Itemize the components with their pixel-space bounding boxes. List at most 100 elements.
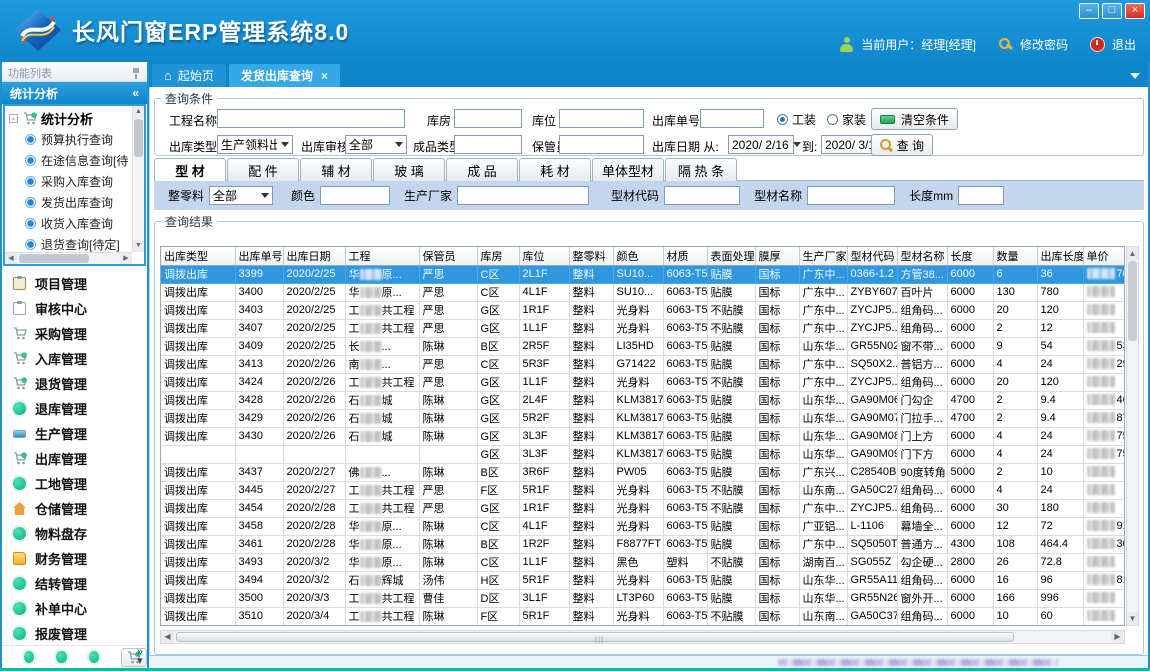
product-type-input[interactable] <box>454 135 522 154</box>
teal-circle-icon[interactable] <box>89 651 99 663</box>
manufacturer-input[interactable] <box>457 186 589 205</box>
radio-jiazhuang[interactable]: 家装 <box>827 111 866 128</box>
maximize-button[interactable]: □ <box>1102 3 1122 19</box>
scrollbar-thumb[interactable] <box>19 254 89 263</box>
tree-vertical-scrollbar[interactable]: ▲ ▼ <box>132 106 144 252</box>
material-tab-2[interactable]: 配 件 <box>227 158 299 181</box>
tree-item[interactable]: 收货入库查询 <box>9 213 131 234</box>
sidebar-item-财务管理[interactable]: 财务管理 <box>2 546 147 571</box>
material-tab-8[interactable]: 隔 热 条 <box>665 158 737 181</box>
scroll-left-icon[interactable]: ◀ <box>161 631 174 643</box>
overflow-chevron[interactable]: »▾ <box>137 648 143 666</box>
table-row[interactable]: G区3L3F整料KLM38176063-T5贴膜国标山东华...GA90M09.… <box>161 445 1125 463</box>
scroll-right-icon[interactable]: ▶ <box>1111 631 1124 643</box>
tree-item[interactable]: 在途信息查询[待 <box>9 150 131 171</box>
scroll-down-icon[interactable]: ▼ <box>133 240 144 252</box>
keeper-input[interactable] <box>559 135 644 154</box>
change-password-link[interactable]: 修改密码 <box>1020 36 1068 53</box>
column-header-生产厂家[interactable]: 生产厂家 <box>799 247 847 265</box>
logout-link[interactable]: 退出 <box>1112 36 1136 53</box>
grid-horizontal-scrollbar[interactable]: ◀ ||| ▶ <box>160 630 1125 644</box>
column-header-数量[interactable]: 数量 <box>993 247 1037 265</box>
tab-close-icon[interactable]: × <box>321 69 328 83</box>
name-input[interactable] <box>807 186 895 205</box>
tree-item[interactable]: 采购入库查询 <box>9 171 131 192</box>
sidebar-item-项目管理[interactable]: 项目管理 <box>2 271 147 296</box>
material-tab-4[interactable]: 玻 璃 <box>373 158 445 181</box>
table-row[interactable]: 调拨出库34282020/2/26石城陈琳G区2L4F整料KLM38176063… <box>161 391 1125 409</box>
column-header-型材名称[interactable]: 型材名称 <box>897 247 947 265</box>
sidebar-item-生产管理[interactable]: 生产管理 <box>2 421 147 446</box>
sidebar-item-退货管理[interactable]: 退货管理 <box>2 371 147 396</box>
out-type-select[interactable]: 生产领料出库 <box>217 135 293 154</box>
table-row[interactable]: 调拨出库34002020/2/25华原...严思C区4L1F整料SU10...6… <box>161 283 1125 301</box>
column-header-出库日期[interactable]: 出库日期 <box>283 247 345 265</box>
table-row[interactable]: 调拨出库33992020/2/25华原...严思C区2L1F整料SU10...6… <box>161 265 1125 283</box>
scroll-down-icon[interactable]: ▼ <box>1127 612 1138 625</box>
material-tab-5[interactable]: 成 品 <box>446 158 518 181</box>
grid-vertical-scrollbar[interactable]: ▲ ▼ <box>1126 246 1139 626</box>
scroll-up-icon[interactable]: ▲ <box>133 106 144 118</box>
scroll-up-icon[interactable]: ▲ <box>1127 247 1138 260</box>
tree-item[interactable]: 预算执行查询 <box>9 129 131 150</box>
radio-gongzhuang[interactable]: 工装 <box>777 111 816 128</box>
teal-circle-icon[interactable] <box>56 651 66 663</box>
sidebar-item-采购管理[interactable]: 采购管理 <box>2 321 147 346</box>
column-header-出库长度[interactable]: 出库长度 <box>1037 247 1083 265</box>
tab-起始页[interactable]: ⌂起始页 <box>152 64 226 87</box>
sidebar-item-报废管理[interactable]: 报废管理 <box>2 621 147 645</box>
tab-overflow-caret-icon[interactable] <box>1130 73 1140 79</box>
table-row[interactable]: 调拨出库34292020/2/26石城陈琳G区5R2F整料KLM38176063… <box>161 409 1125 427</box>
sidebar-item-退库管理[interactable]: 退库管理 <box>2 396 147 421</box>
tree-item[interactable]: 发货出库查询 <box>9 192 131 213</box>
table-row[interactable]: 调拨出库34942020/3/2石辉城汤伟H区5R1F整料光身料6063-T5贴… <box>161 571 1125 589</box>
sidebar-item-入库管理[interactable]: 入库管理 <box>2 346 147 371</box>
column-header-库房[interactable]: 库房 <box>477 247 519 265</box>
column-header-保管员[interactable]: 保管员 <box>419 247 477 265</box>
sidebar-item-物料盘存[interactable]: 物料盘存 <box>2 521 147 546</box>
scroll-left-icon[interactable]: ◀ <box>5 253 17 265</box>
length-input[interactable] <box>958 186 1004 205</box>
cart-button[interactable] <box>121 648 147 667</box>
material-tab-3[interactable]: 辅 材 <box>300 158 372 181</box>
tree-item[interactable]: 退货查询[待定] <box>9 234 131 252</box>
search-button[interactable]: 查 询 <box>871 134 933 156</box>
column-header-单价[interactable]: 单价 <box>1083 247 1125 265</box>
warehouse-input[interactable] <box>454 109 522 128</box>
sidebar-item-仓储管理[interactable]: 仓储管理 <box>2 496 147 521</box>
column-header-颜色[interactable]: 颜色 <box>613 247 663 265</box>
tree-root[interactable]: - 统计分析 <box>9 108 131 129</box>
table-row[interactable]: 调拨出库34452020/2/27工共工程严思F区5R1F整料光身料6063-T… <box>161 481 1125 499</box>
table-row[interactable]: 调拨出库34132020/2/26南...严思C区5R3F整料G71422606… <box>161 355 1125 373</box>
material-tab-7[interactable]: 单体型材 <box>592 158 664 181</box>
code-input[interactable] <box>664 186 740 205</box>
table-row[interactable]: 调拨出库34032020/2/25工共工程严思G区1R1F整料光身料6063-T… <box>161 301 1125 319</box>
table-row[interactable]: 调拨出库34072020/2/25工共工程严思G区1L1F整料光身料6063-T… <box>161 319 1125 337</box>
sidebar-item-补单中心[interactable]: 补单中心 <box>2 596 147 621</box>
pin-icon[interactable] <box>131 67 141 79</box>
tree-horizontal-scrollbar[interactable]: ◀ ▶ <box>5 252 132 264</box>
scroll-right-icon[interactable]: ▶ <box>120 253 132 265</box>
scrollbar-thumb[interactable]: ||| <box>176 632 1014 642</box>
column-header-工程[interactable]: 工程 <box>345 247 419 265</box>
stats-section-header[interactable]: 统计分析 « <box>2 82 147 104</box>
table-row[interactable]: 调拨出库34612020/2/28华原...陈琳B区1R2F整料F8877FT6… <box>161 535 1125 553</box>
column-header-出库类型[interactable]: 出库类型 <box>161 247 235 265</box>
material-tab-6[interactable]: 耗 材 <box>519 158 591 181</box>
column-header-材质[interactable]: 材质 <box>663 247 707 265</box>
table-row[interactable]: 调拨出库34242020/2/26工共工程严思G区1L1F整料光身料6063-T… <box>161 373 1125 391</box>
clear-conditions-button[interactable]: 清空条件 <box>871 108 958 130</box>
location-input[interactable] <box>559 109 644 128</box>
column-header-整零料[interactable]: 整零料 <box>569 247 613 265</box>
date-from-select[interactable]: 2020/ 2/16 <box>728 135 794 154</box>
expander-icon[interactable]: - <box>9 114 18 123</box>
color-input[interactable] <box>320 186 390 205</box>
sidebar-item-审核中心[interactable]: 审核中心 <box>2 296 147 321</box>
zhenglingliao-select[interactable]: 全部 <box>209 186 273 205</box>
collapse-icon[interactable]: « <box>132 86 139 100</box>
order-no-input[interactable] <box>700 109 764 128</box>
material-tab-1[interactable]: 型 材 <box>154 158 226 182</box>
table-row[interactable]: 调拨出库35002020/3/3工共工程曹佳D区3L1F整料LT3P606063… <box>161 589 1125 607</box>
close-button[interactable]: × <box>1125 3 1145 19</box>
table-row[interactable]: 调拨出库35122020/3/4工共工程陈琳F区1L2F整料光身料6063-T5… <box>161 625 1125 626</box>
